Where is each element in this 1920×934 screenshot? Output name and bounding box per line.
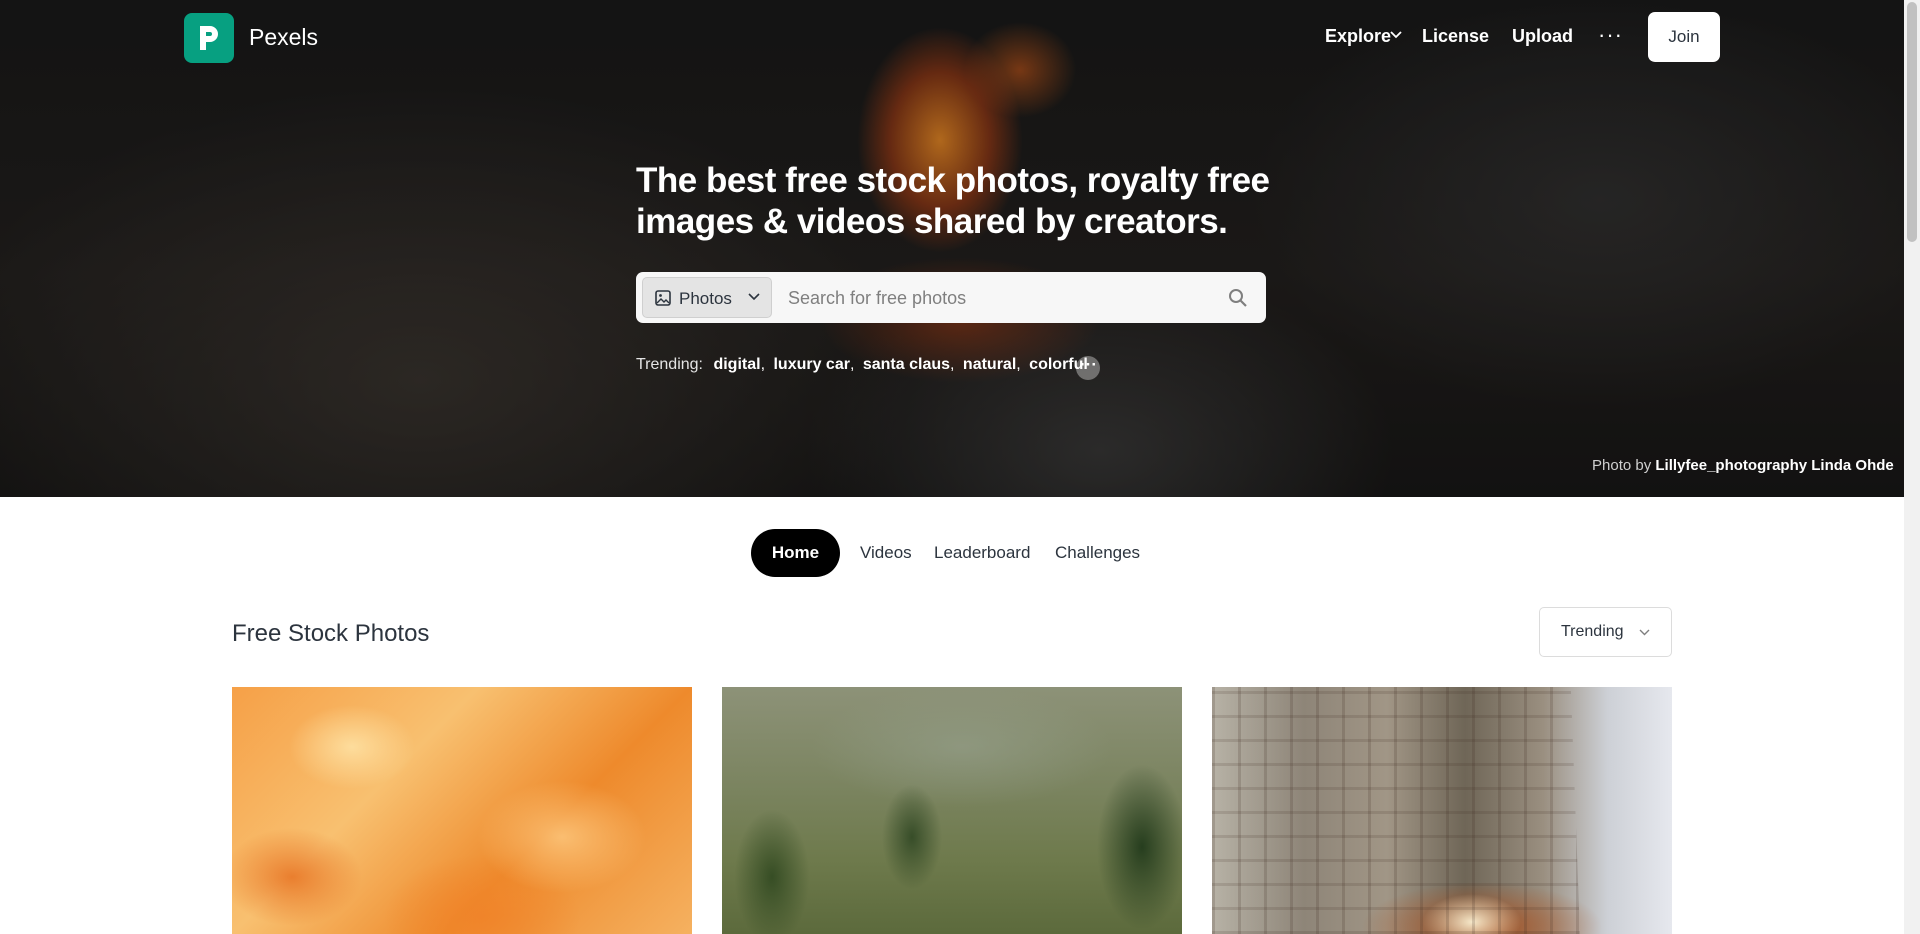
tab-home[interactable]: Home bbox=[751, 529, 840, 577]
photo-card[interactable] bbox=[722, 687, 1182, 934]
nav-license[interactable]: License bbox=[1422, 26, 1489, 47]
pexels-logo-icon[interactable] bbox=[184, 13, 234, 63]
trending-searches: Trending: digital, luxury car, santa cla… bbox=[636, 356, 1088, 380]
chevron-down-icon[interactable] bbox=[1390, 31, 1402, 39]
tab-videos[interactable]: Videos bbox=[860, 529, 912, 577]
trending-term[interactable]: digital bbox=[713, 356, 760, 373]
trending-separator: , bbox=[760, 356, 766, 373]
vertical-scrollbar[interactable] bbox=[1904, 0, 1920, 934]
media-type-label: Photos bbox=[679, 289, 732, 308]
media-type-dropdown[interactable]: Photos bbox=[642, 277, 772, 318]
more-trending-icon[interactable]: ··· bbox=[1076, 355, 1100, 380]
photo-credit-prefix: Photo by bbox=[1592, 457, 1652, 474]
top-navigation: Pexels Explore License Upload ··· Join bbox=[0, 0, 1904, 74]
brand-name[interactable]: Pexels bbox=[249, 24, 318, 51]
trending-separator: , bbox=[950, 356, 955, 373]
tab-challenges[interactable]: Challenges bbox=[1055, 529, 1140, 577]
photo-card[interactable] bbox=[1212, 687, 1672, 934]
section-title: Free Stock Photos bbox=[232, 620, 430, 647]
sort-dropdown[interactable]: Trending bbox=[1539, 607, 1672, 657]
join-button[interactable]: Join bbox=[1648, 12, 1720, 62]
photo-card[interactable] bbox=[232, 687, 692, 934]
trending-separator: , bbox=[1016, 356, 1021, 373]
image-icon bbox=[655, 290, 671, 306]
tab-leaderboard[interactable]: Leaderboard bbox=[934, 529, 1030, 577]
main-tabs: Home Videos Leaderboard Challenges bbox=[0, 529, 1904, 577]
sort-label: Trending bbox=[1561, 623, 1624, 640]
nav-explore[interactable]: Explore bbox=[1325, 26, 1391, 47]
trending-term[interactable]: santa claus bbox=[863, 356, 950, 373]
chevron-down-icon bbox=[1639, 629, 1650, 636]
search-bar: Photos bbox=[636, 272, 1266, 323]
scrollbar-thumb[interactable] bbox=[1907, 2, 1917, 242]
search-icon[interactable] bbox=[1228, 288, 1248, 308]
trending-term[interactable]: natural bbox=[963, 356, 1016, 373]
chevron-down-icon bbox=[748, 293, 760, 301]
hero-title: The best free stock photos, royalty free… bbox=[636, 161, 1270, 241]
search-input[interactable] bbox=[786, 277, 1190, 320]
photo-credit: Photo by Lillyfee_photography Linda Ohde bbox=[1592, 457, 1894, 474]
nav-upload[interactable]: Upload bbox=[1512, 26, 1573, 47]
trending-separator: , bbox=[849, 356, 855, 373]
hero-banner: Pexels Explore License Upload ··· Join T… bbox=[0, 0, 1904, 497]
photo-credit-author[interactable]: Lillyfee_photography Linda Ohde bbox=[1655, 457, 1893, 474]
more-options-icon[interactable]: ··· bbox=[1598, 24, 1623, 46]
trending-term[interactable]: luxury car bbox=[773, 356, 849, 373]
trending-label: Trending: bbox=[636, 356, 703, 373]
